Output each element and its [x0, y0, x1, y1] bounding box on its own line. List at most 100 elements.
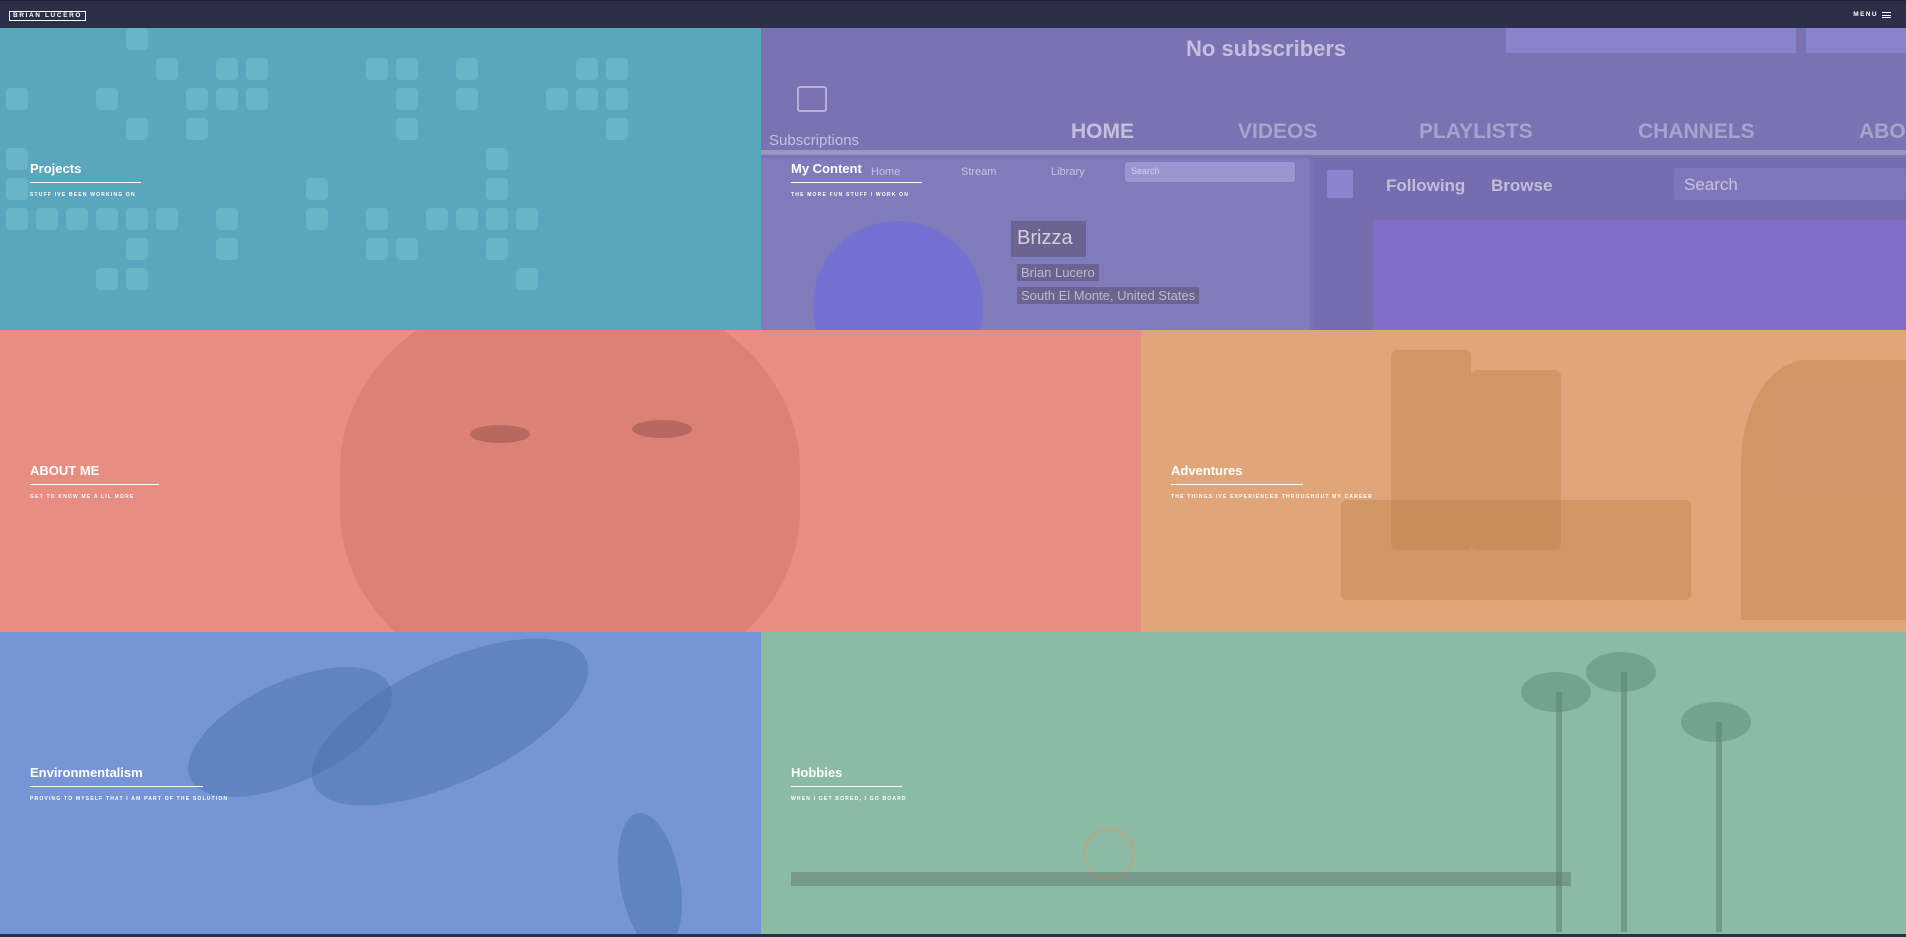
- button-bg: [1806, 28, 1906, 53]
- pixel-square: [306, 178, 328, 200]
- tile-caption: Adventures THE THINGS IVE EXPERIENCED TH…: [1171, 462, 1373, 500]
- menu-label: MENU: [1853, 11, 1878, 18]
- pixel-square: [186, 118, 208, 140]
- twitch-logo-icon: [1327, 170, 1353, 198]
- tile-about-me[interactable]: ABOUT ME GET TO KNOW ME A LIL MORE: [0, 330, 1141, 632]
- mini-search-placeholder: Search: [1131, 166, 1160, 176]
- pixel-square: [486, 148, 508, 170]
- pier: [791, 872, 1571, 886]
- leaf-shape: [608, 807, 692, 934]
- pixel-square: [96, 208, 118, 230]
- mini-tab-library: Library: [1051, 166, 1085, 178]
- tile-caption: Projects STUFF IVE BEEN WORKING ON: [30, 160, 142, 198]
- pixel-square: [426, 208, 448, 230]
- channel-name: Brizza: [1017, 227, 1073, 249]
- menu-button[interactable]: MENU: [1853, 11, 1891, 18]
- pixel-square: [486, 238, 508, 260]
- no-subscribers-text: No subscribers: [1186, 36, 1347, 61]
- eye-left: [470, 425, 530, 443]
- channel-location: South El Monte, United States: [1017, 287, 1200, 304]
- subscriptions-icon: [797, 86, 827, 112]
- pixel-square: [96, 268, 118, 290]
- pixel-square: [576, 58, 598, 80]
- palm-tree: [1621, 672, 1627, 932]
- pixel-square: [456, 58, 478, 80]
- pixel-square: [306, 208, 328, 230]
- twitch-banner: [1373, 220, 1906, 330]
- pixel-square: [216, 58, 238, 80]
- pixel-square: [366, 58, 388, 80]
- pixel-square: [126, 208, 148, 230]
- pixel-square: [456, 208, 478, 230]
- pixel-square: [216, 88, 238, 110]
- tile-adventures[interactable]: Adventures THE THINGS IVE EXPERIENCED TH…: [1141, 330, 1906, 632]
- tile-title: My Content: [791, 161, 922, 183]
- twitch-following: Following: [1386, 176, 1466, 195]
- twitch-search-box: Search: [1674, 168, 1906, 200]
- palm-tree: [1556, 692, 1562, 932]
- pixel-square: [96, 88, 118, 110]
- subscriptions-label: Subscriptions: [769, 132, 860, 149]
- tab-videos: VIDEOS: [1238, 120, 1318, 143]
- mini-search-box: Search: [1125, 162, 1295, 182]
- pixel-square: [366, 238, 388, 260]
- tile-subtitle: GET TO KNOW ME A LIL MORE: [30, 494, 135, 500]
- site-logo[interactable]: BRIAN LUCERO: [9, 11, 87, 21]
- tile-hobbies[interactable]: Hobbies WHEN I GET BORED, I GO BOARD: [761, 632, 1906, 934]
- eye-right: [632, 420, 692, 438]
- tile-title: Environmentalism: [30, 765, 203, 787]
- pixel-square: [126, 268, 148, 290]
- tile-subtitle: STUFF IVE BEEN WORKING ON: [30, 192, 136, 198]
- pixel-square: [456, 88, 478, 110]
- pixel-square: [156, 58, 178, 80]
- pixel-square: [396, 58, 418, 80]
- top-nav-bar: BRIAN LUCERO MENU: [0, 0, 1906, 28]
- portrait-background: [340, 330, 800, 632]
- pixel-square: [186, 88, 208, 110]
- tab-about: ABO: [1859, 120, 1906, 143]
- pixel-square: [126, 238, 148, 260]
- channel-user: Brian Lucero: [1017, 264, 1099, 281]
- leaf-shape: [288, 632, 612, 840]
- pixel-square: [486, 178, 508, 200]
- divider: [761, 150, 1906, 155]
- twitch-browse: Browse: [1491, 176, 1553, 195]
- tile-title: Adventures: [1171, 463, 1303, 485]
- tile-projects[interactable]: Projects STUFF IVE BEEN WORKING ON: [0, 28, 761, 330]
- palm-frond: [1681, 702, 1751, 742]
- pixel-square: [216, 238, 238, 260]
- pixel-square: [396, 88, 418, 110]
- tab-home: HOME: [1071, 120, 1134, 143]
- pixel-square: [606, 88, 628, 110]
- tile-title: Projects: [30, 161, 142, 183]
- tile-title: ABOUT ME: [30, 463, 160, 485]
- pixel-square: [546, 88, 568, 110]
- pixel-square: [396, 118, 418, 140]
- twitch-search-placeholder: Search: [1684, 175, 1738, 194]
- tab-playlists: PLAYLISTS: [1419, 120, 1533, 143]
- mini-tab-stream: Stream: [961, 166, 997, 178]
- tile-environmentalism[interactable]: Environmentalism PROVING TO MYSELF THAT …: [0, 632, 761, 934]
- tile-caption: Hobbies WHEN I GET BORED, I GO BOARD: [791, 764, 907, 802]
- pixel-square: [246, 88, 268, 110]
- tile-title: Hobbies: [791, 765, 903, 787]
- tile-my-content[interactable]: No subscribers Subscriptions HOME VIDEOS…: [761, 28, 1906, 330]
- rock-arch: [1741, 360, 1906, 620]
- pixel-square: [126, 118, 148, 140]
- pixel-square: [606, 58, 628, 80]
- tile-subtitle: THE MORE FUN STUFF I WORK ON: [791, 192, 910, 198]
- rock-base: [1341, 500, 1691, 600]
- subscribe-button-bg: [1506, 28, 1796, 53]
- pixel-square: [516, 208, 538, 230]
- pixel-square: [516, 268, 538, 290]
- pixel-square: [156, 208, 178, 230]
- pixel-square: [216, 208, 238, 230]
- tile-subtitle: PROVING TO MYSELF THAT I AM PART OF THE …: [30, 796, 229, 802]
- pixel-square: [366, 208, 388, 230]
- pixel-square: [576, 88, 598, 110]
- pixel-square: [6, 178, 28, 200]
- pixel-square: [486, 208, 508, 230]
- pixel-square: [126, 28, 148, 50]
- pixel-square: [6, 148, 28, 170]
- tile-subtitle: THE THINGS IVE EXPERIENCED THROUGHOUT MY…: [1171, 494, 1373, 500]
